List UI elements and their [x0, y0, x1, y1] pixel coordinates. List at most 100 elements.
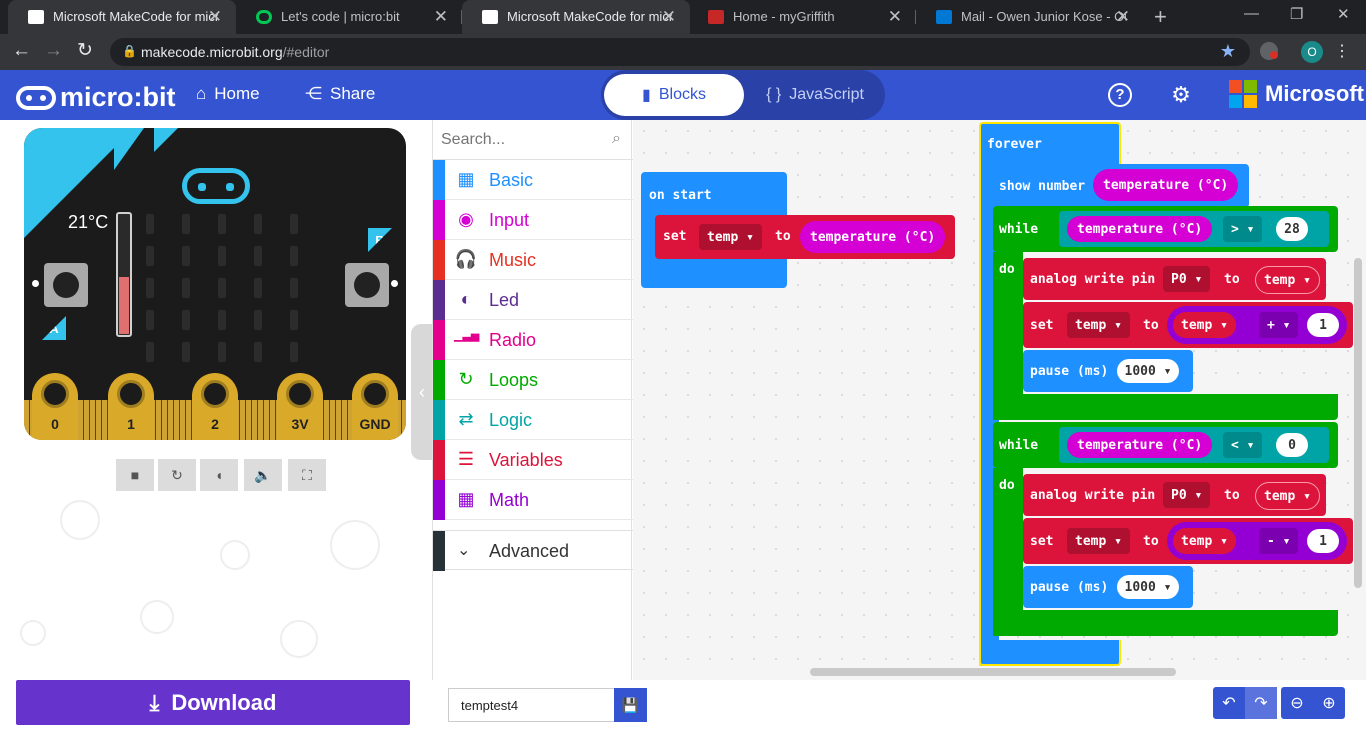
- pin-gnd[interactable]: GND: [352, 373, 398, 440]
- browser-tab-4[interactable]: Home - myGriffith ✕: [688, 0, 916, 34]
- variable-dropdown[interactable]: temp ▾: [1067, 312, 1130, 338]
- microbit-logo[interactable]: micro:bit: [16, 82, 176, 113]
- set-variable-block[interactable]: set temp ▾ to temp ▾ + ▾ 1: [1023, 302, 1353, 348]
- pin-dropdown[interactable]: P0 ▾: [1163, 482, 1211, 508]
- forward-arrow-icon[interactable]: →: [44, 41, 63, 60]
- pin-dropdown[interactable]: P0 ▾: [1163, 266, 1211, 292]
- zoom-in-icon[interactable]: ⊕: [1313, 687, 1345, 719]
- category-logic[interactable]: ⇄ Logic: [433, 400, 633, 440]
- pin-3v[interactable]: 3V: [277, 373, 323, 440]
- extension-icon[interactable]: [1260, 42, 1278, 60]
- category-input[interactable]: ◉ Input: [433, 200, 633, 240]
- button-b[interactable]: [345, 263, 389, 307]
- microbit-face-logo-icon[interactable]: [182, 168, 250, 204]
- browser-tab-2[interactable]: Let's code | micro:bit ✕: [236, 0, 462, 34]
- blocks-tab[interactable]: ▮ Blocks: [604, 74, 744, 116]
- pause-block[interactable]: pause (ms) 1000 ▾: [1023, 350, 1193, 392]
- pin-1[interactable]: 1: [108, 373, 154, 440]
- zoom-out-icon[interactable]: ⊖: [1281, 687, 1313, 719]
- javascript-tab[interactable]: { } JavaScript: [749, 74, 881, 116]
- help-icon[interactable]: ?: [1108, 83, 1132, 107]
- temperature-reporter[interactable]: temperature (°C): [1067, 216, 1213, 242]
- category-led[interactable]: ◐ Led: [433, 280, 633, 320]
- pause-block[interactable]: pause (ms) 1000 ▾: [1023, 566, 1193, 608]
- maximize-icon[interactable]: ❐: [1290, 5, 1303, 23]
- category-music[interactable]: 🎧 Music: [433, 240, 633, 280]
- microsoft-logo[interactable]: Microsoft: [1229, 80, 1364, 108]
- set-variable-block[interactable]: set temp ▾ to temp ▾ - ▾ 1: [1023, 518, 1353, 564]
- close-tab-icon[interactable]: ✕: [434, 7, 448, 27]
- while-block[interactable]: while temperature (°C) > ▾ 28: [993, 206, 1338, 252]
- mute-icon[interactable]: 🔈: [244, 459, 282, 491]
- category-math[interactable]: ▦ Math: [433, 480, 633, 520]
- variable-reporter[interactable]: temp ▾: [1173, 312, 1236, 338]
- variable-reporter[interactable]: temp ▾: [1255, 482, 1320, 510]
- slow-mo-icon[interactable]: ◖: [200, 459, 238, 491]
- temperature-reporter[interactable]: temperature (°C): [800, 221, 946, 253]
- math-operator-dropdown[interactable]: + ▾: [1259, 312, 1299, 338]
- operator-dropdown[interactable]: < ▾: [1223, 432, 1263, 458]
- number-input[interactable]: 28: [1276, 217, 1308, 241]
- redo-icon[interactable]: ↷: [1245, 687, 1277, 719]
- set-variable-block[interactable]: set temp ▾ to temperature (°C): [655, 215, 955, 259]
- advanced-category[interactable]: ⌄ Advanced: [433, 530, 633, 571]
- browser-menu-icon[interactable]: ⋮: [1334, 41, 1350, 61]
- blocks-workspace[interactable]: on start set temp ▾ to temperature (°C) …: [633, 120, 1366, 680]
- pin-0[interactable]: 0: [32, 373, 78, 440]
- vertical-scrollbar[interactable]: [1354, 258, 1362, 588]
- thermometer-slider[interactable]: [116, 212, 132, 337]
- address-bar[interactable]: 🔒 makecode.microbit.org/#editor ★: [110, 38, 1250, 66]
- button-a[interactable]: [44, 263, 88, 307]
- home-button[interactable]: ⌂ Home: [196, 84, 260, 104]
- new-tab-button[interactable]: +: [1154, 4, 1167, 30]
- share-button[interactable]: ⋲ Share: [305, 84, 375, 104]
- profile-avatar[interactable]: O: [1301, 41, 1323, 63]
- temperature-reporter[interactable]: temperature (°C): [1093, 169, 1239, 201]
- browser-tab-5[interactable]: Mail - Owen Junior Kose - Out ✕: [916, 0, 1144, 34]
- pause-value-dropdown[interactable]: 1000 ▾: [1117, 575, 1179, 599]
- while-block[interactable]: while temperature (°C) < ▾ 0: [993, 422, 1338, 468]
- close-tab-icon[interactable]: ✕: [208, 7, 222, 27]
- math-operator-dropdown[interactable]: - ▾: [1259, 528, 1299, 554]
- microbit-board[interactable]: 21°C A B 0 1 2 3V GND: [24, 128, 406, 440]
- browser-tab-3[interactable]: Microsoft MakeCode for micro ✕: [462, 0, 690, 34]
- variable-reporter[interactable]: temp ▾: [1255, 266, 1320, 294]
- variable-dropdown[interactable]: temp ▾: [699, 224, 762, 250]
- bookmark-star-icon[interactable]: ★: [1220, 41, 1236, 62]
- temperature-reporter[interactable]: temperature (°C): [1067, 432, 1213, 458]
- minimize-icon[interactable]: —: [1244, 5, 1259, 22]
- search-icon[interactable]: ⌕: [612, 130, 621, 148]
- stop-icon[interactable]: ■: [116, 459, 154, 491]
- reload-icon[interactable]: ↻: [77, 41, 93, 60]
- operator-dropdown[interactable]: > ▾: [1223, 216, 1263, 242]
- category-loops[interactable]: ↻ Loops: [433, 360, 633, 400]
- pause-value-dropdown[interactable]: 1000 ▾: [1117, 359, 1179, 383]
- collapse-simulator-button[interactable]: ‹: [411, 324, 433, 460]
- category-variables[interactable]: ☰ Variables: [433, 440, 633, 480]
- back-arrow-icon[interactable]: ←: [12, 41, 31, 60]
- pin-2[interactable]: 2: [192, 373, 238, 440]
- variable-reporter[interactable]: temp ▾: [1173, 528, 1236, 554]
- project-name-input[interactable]: [448, 688, 614, 722]
- close-tab-icon[interactable]: ✕: [1116, 7, 1130, 27]
- number-input[interactable]: 0: [1276, 433, 1308, 457]
- restart-icon[interactable]: ↻: [158, 459, 196, 491]
- fullscreen-icon[interactable]: ⛶: [288, 459, 326, 491]
- undo-icon[interactable]: ↶: [1213, 687, 1245, 719]
- analog-write-block[interactable]: analog write pin P0 ▾ to temp ▾: [1023, 258, 1326, 300]
- close-tab-icon[interactable]: ✕: [662, 7, 676, 27]
- save-icon[interactable]: 💾: [614, 688, 647, 722]
- forever-block[interactable]: forever: [979, 122, 1121, 164]
- show-number-block[interactable]: show number temperature (°C): [993, 164, 1249, 208]
- close-tab-icon[interactable]: ✕: [888, 7, 902, 27]
- download-button[interactable]: ⤓ Download: [16, 680, 410, 725]
- horizontal-scrollbar[interactable]: [810, 668, 1176, 676]
- number-input[interactable]: 1: [1307, 529, 1339, 553]
- number-input[interactable]: 1: [1307, 313, 1339, 337]
- category-basic[interactable]: ▦ Basic: [433, 160, 633, 200]
- window-close-icon[interactable]: ✕: [1337, 5, 1350, 23]
- category-radio[interactable]: ▁▃▅ Radio: [433, 320, 633, 360]
- gear-icon[interactable]: ⚙: [1169, 83, 1193, 107]
- search-input[interactable]: [441, 128, 601, 152]
- analog-write-block[interactable]: analog write pin P0 ▾ to temp ▾: [1023, 474, 1326, 516]
